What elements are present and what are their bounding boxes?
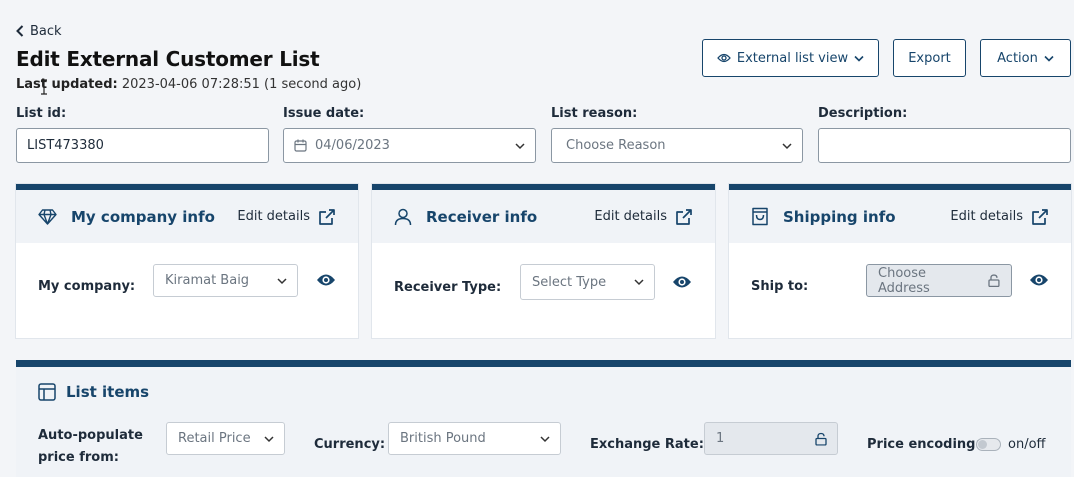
auto-populate-label-line-2: price from: xyxy=(38,450,119,465)
receiver-type-value: Select Type xyxy=(532,274,607,290)
company-info-card: My company info Edit details My company:… xyxy=(16,184,358,338)
eye-icon xyxy=(717,53,731,63)
list-id-field[interactable]: LIST473380 xyxy=(16,128,269,163)
export-button[interactable]: Export xyxy=(893,39,966,77)
shipping-edit-details-link[interactable]: Edit details xyxy=(950,208,1049,226)
issue-date-value: 04/06/2023 xyxy=(315,138,390,153)
shipping-info-title: Shipping info xyxy=(783,207,896,226)
edit-details-label: Edit details xyxy=(594,209,667,224)
currency-select[interactable]: British Pound xyxy=(388,422,561,455)
list-reason-select[interactable]: Choose Reason xyxy=(551,128,803,163)
ship-to-label: Ship to: xyxy=(751,279,809,294)
table-icon xyxy=(38,383,56,401)
list-id-value: LIST473380 xyxy=(27,138,104,153)
chevron-left-icon xyxy=(16,25,24,37)
ship-to-value: Choose Address xyxy=(878,265,930,296)
price-encoding-toggle-label: on/off xyxy=(1008,437,1046,452)
lock-icon xyxy=(988,274,1000,287)
company-info-title: My company info xyxy=(71,207,215,226)
shopping-bag-icon xyxy=(752,207,768,226)
diamond-icon xyxy=(38,208,57,225)
receiver-info-card: Receiver info Edit details Receiver Type… xyxy=(372,184,715,338)
company-edit-details-link[interactable]: Edit details xyxy=(237,208,336,226)
eye-icon[interactable] xyxy=(316,272,336,288)
exchange-rate-field[interactable]: 1 xyxy=(704,422,838,455)
list-items-panel: List items Auto-populate price from: Ret… xyxy=(16,360,1071,477)
external-link-icon xyxy=(676,208,692,225)
description-label: Description: xyxy=(818,106,908,121)
shipping-info-header: Shipping info Edit details xyxy=(729,190,1071,243)
user-icon xyxy=(394,208,412,225)
price-encoding-toggle[interactable] xyxy=(976,438,1001,451)
my-company-value: Kiramat Baig xyxy=(165,273,250,288)
external-list-view-label: External list view xyxy=(736,50,849,66)
chevron-down-icon xyxy=(277,277,287,284)
auto-populate-label-line-1: Auto-populate xyxy=(38,428,143,443)
receiver-type-select[interactable]: Select Type xyxy=(520,264,655,300)
list-id-label: List id: xyxy=(16,106,67,121)
exchange-rate-label: Exchange Rate: xyxy=(590,437,704,452)
list-reason-label: List reason: xyxy=(551,106,638,121)
my-company-select[interactable]: Kiramat Baig xyxy=(153,264,298,297)
shipping-info-card: Shipping info Edit details Ship to: Choo… xyxy=(729,184,1071,338)
issue-date-label: Issue date: xyxy=(283,106,365,121)
chevron-down-icon xyxy=(264,435,274,442)
last-updated-label: Last updated: xyxy=(16,77,118,92)
external-link-icon xyxy=(319,208,335,225)
action-button[interactable]: Action xyxy=(980,39,1071,77)
eye-icon[interactable] xyxy=(1029,272,1049,288)
chevron-down-icon xyxy=(515,142,525,149)
currency-label: Currency: xyxy=(314,437,386,452)
chevron-down-icon xyxy=(540,435,550,442)
receiver-info-title: Receiver info xyxy=(426,207,538,226)
external-link-icon xyxy=(1032,208,1048,225)
edit-details-label: Edit details xyxy=(950,209,1023,224)
text-cursor-icon xyxy=(41,79,47,95)
eye-icon[interactable] xyxy=(672,274,692,290)
export-label: Export xyxy=(908,50,951,66)
auto-populate-label: Auto-populate price from: xyxy=(38,425,143,469)
list-items-title: List items xyxy=(66,383,150,401)
company-info-header: My company info Edit details xyxy=(16,190,358,243)
action-label: Action xyxy=(997,50,1038,66)
ship-to-address-field[interactable]: Choose Address xyxy=(866,264,1012,297)
description-input[interactable] xyxy=(818,128,1071,163)
list-reason-value: Choose Reason xyxy=(566,138,666,153)
auto-populate-select[interactable]: Retail Price xyxy=(166,422,285,455)
receiver-edit-details-link[interactable]: Edit details xyxy=(594,208,693,226)
exchange-rate-value: 1 xyxy=(716,431,725,446)
my-company-label: My company: xyxy=(38,279,136,294)
auto-populate-value: Retail Price xyxy=(178,431,251,446)
back-label: Back xyxy=(30,23,62,39)
edit-details-label: Edit details xyxy=(237,209,310,224)
chevron-down-icon xyxy=(1044,55,1054,62)
last-updated: Last updated: 2023-04-06 07:28:51 (1 sec… xyxy=(16,77,361,92)
page-title: Edit External Customer List xyxy=(16,47,320,71)
back-link[interactable]: Back xyxy=(16,23,62,39)
chevron-down-icon xyxy=(854,55,864,62)
last-updated-value: 2023-04-06 07:28:51 (1 second ago) xyxy=(121,77,362,92)
issue-date-picker[interactable]: 04/06/2023 xyxy=(283,128,536,163)
price-encoding-label: Price encoding: xyxy=(867,437,981,452)
list-items-header: List items xyxy=(38,383,149,401)
chevron-down-icon xyxy=(782,142,792,149)
currency-value: British Pound xyxy=(400,431,486,446)
calendar-icon xyxy=(294,139,307,152)
receiver-type-label: Receiver Type: xyxy=(394,280,502,295)
lock-icon xyxy=(815,432,827,445)
chevron-down-icon xyxy=(634,279,644,286)
receiver-info-header: Receiver info Edit details xyxy=(372,190,715,243)
external-list-view-button[interactable]: External list view xyxy=(702,39,879,77)
